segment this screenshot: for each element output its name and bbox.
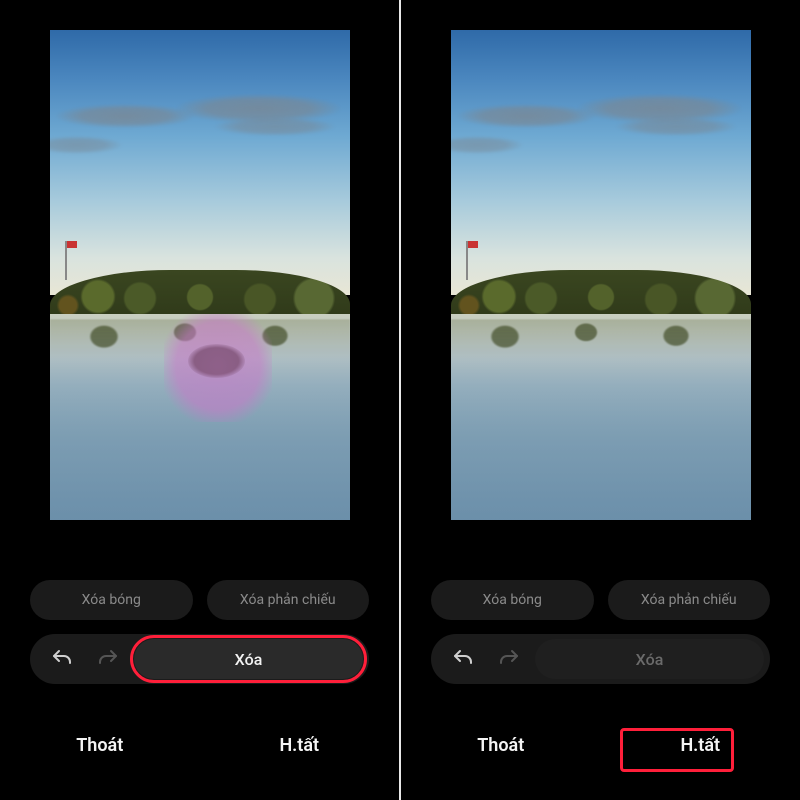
- sky-reflection: [451, 355, 751, 520]
- option-row: Xóa bóng Xóa phản chiếu: [431, 580, 770, 620]
- water-region: [50, 314, 350, 520]
- exit-button[interactable]: Thoát: [401, 725, 601, 766]
- erase-reflection-button[interactable]: Xóa phản chiếu: [207, 580, 370, 620]
- exit-button[interactable]: Thoát: [0, 725, 200, 766]
- sky-region: [50, 30, 350, 295]
- cloud: [616, 117, 736, 136]
- erase-reflection-button[interactable]: Xóa phản chiếu: [608, 580, 771, 620]
- undo-button[interactable]: [42, 639, 82, 679]
- flagpole: [466, 241, 468, 280]
- done-button[interactable]: H.tất: [200, 725, 400, 766]
- sky-region: [451, 30, 751, 295]
- action-bar: Xóa: [431, 634, 770, 684]
- sky-reflection: [50, 355, 350, 520]
- redo-button[interactable]: [88, 639, 128, 679]
- cloud: [451, 136, 523, 155]
- flagpole: [65, 241, 67, 280]
- erase-button[interactable]: Xóa: [134, 639, 363, 679]
- screen-right: Xóa bóng Xóa phản chiếu Xóa Thoát H.tất: [401, 0, 800, 800]
- undo-icon: [50, 647, 74, 671]
- screen-left: Xóa bóng Xóa phản chiếu Xóa Thoát H.tất: [0, 0, 399, 800]
- action-bar: Xóa: [30, 634, 369, 684]
- photo-canvas[interactable]: [50, 30, 350, 520]
- erase-shadow-button[interactable]: Xóa bóng: [431, 580, 594, 620]
- bottom-bar: Thoát H.tất: [401, 725, 800, 766]
- cloud: [50, 136, 122, 155]
- water-region: [451, 314, 751, 520]
- redo-icon: [497, 647, 521, 671]
- photo-canvas[interactable]: [451, 30, 751, 520]
- option-row: Xóa bóng Xóa phản chiếu: [30, 580, 369, 620]
- undo-button[interactable]: [443, 639, 483, 679]
- redo-button[interactable]: [489, 639, 529, 679]
- erase-shadow-button[interactable]: Xóa bóng: [30, 580, 193, 620]
- erase-button[interactable]: Xóa: [535, 639, 764, 679]
- cloud: [56, 104, 194, 128]
- done-highlight: [620, 728, 734, 772]
- cloud: [457, 104, 595, 128]
- island-object: [188, 344, 245, 378]
- bottom-bar: Thoát H.tất: [0, 725, 399, 766]
- undo-icon: [451, 647, 475, 671]
- cloud: [215, 117, 335, 136]
- redo-icon: [96, 647, 120, 671]
